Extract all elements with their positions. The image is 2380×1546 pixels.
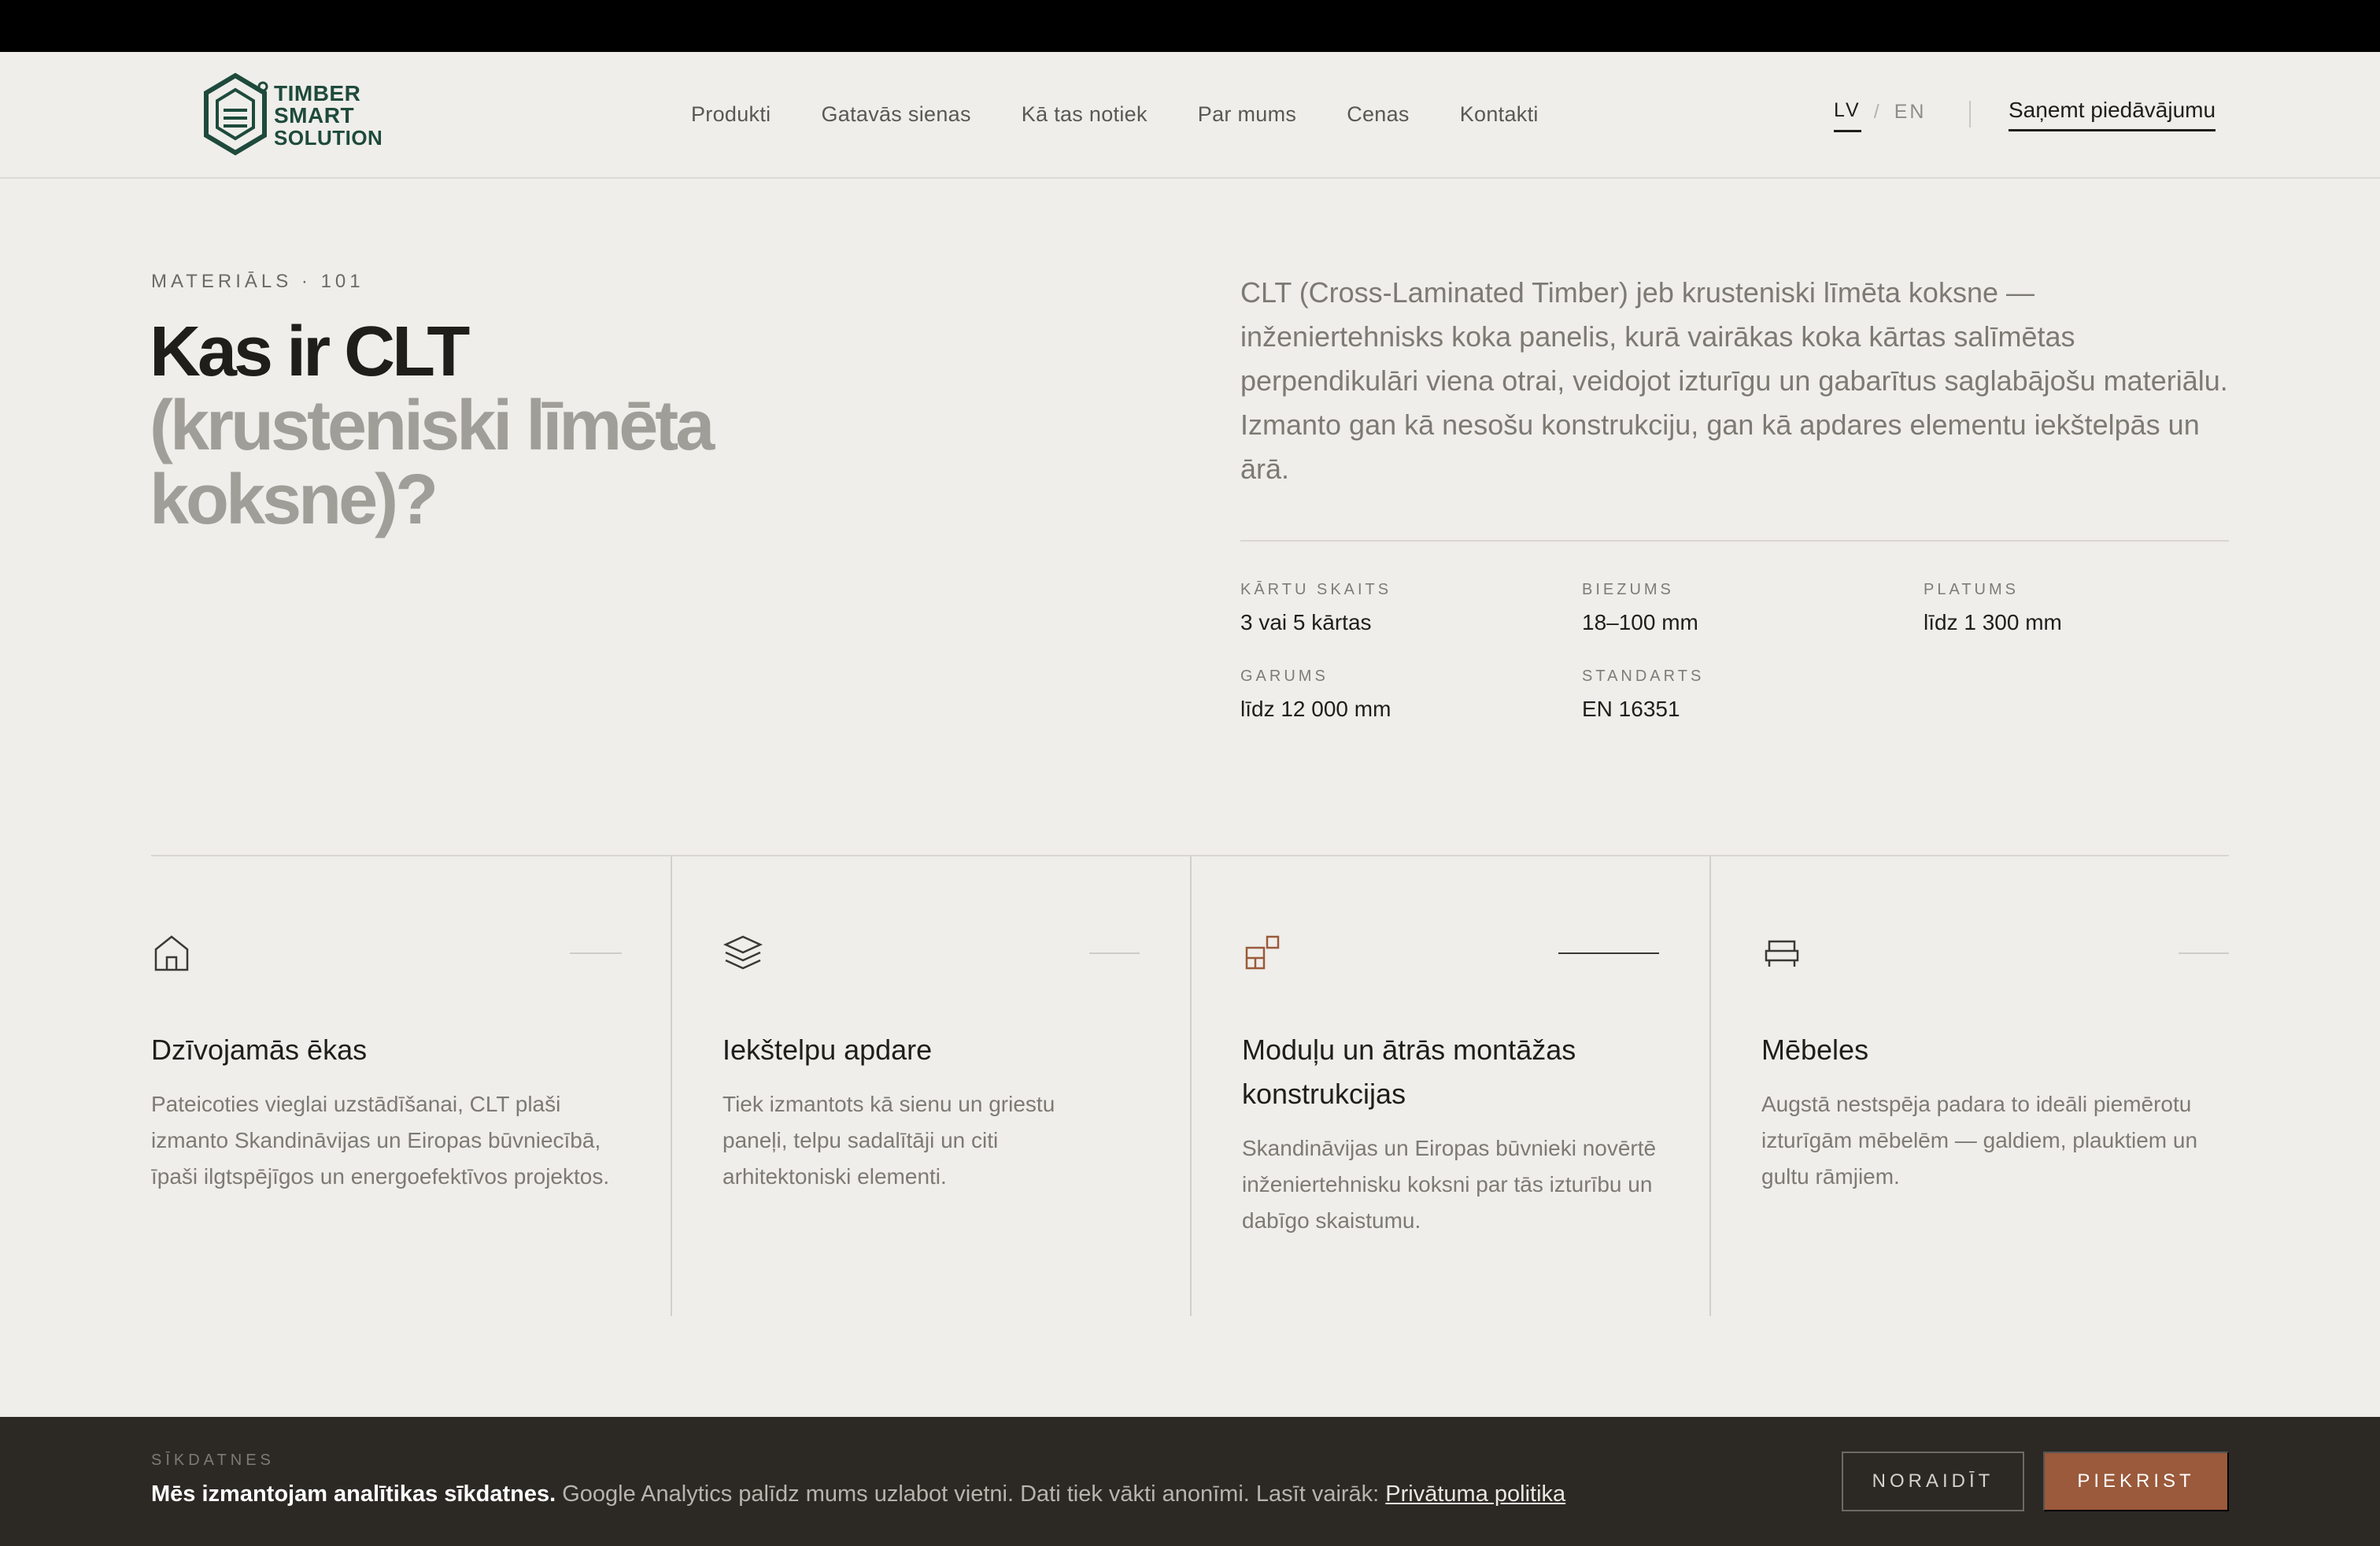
accept-cookies-button[interactable]: PIEKRIST (2043, 1452, 2229, 1511)
spec-label: STANDARTS (1582, 668, 1705, 685)
page-title: Kas ir CLT (krusteniski līmēta koksne)? (150, 315, 779, 537)
card-dash (570, 952, 622, 954)
spec-value: līdz 1 300 mm (1924, 610, 2062, 634)
card-text: Skandināvijas un Eiropas būvnieki novērt… (1242, 1136, 1657, 1233)
cookie-message-strong: Mēs izmantojam analītikas sīkdatnes. (151, 1481, 556, 1507)
logo-text: TIMBER SMART SOLUTION (274, 81, 383, 150)
logo-line-3: SOLUTION (274, 126, 383, 150)
logo[interactable]: TIMBER SMART SOLUTION (200, 69, 382, 162)
modules-icon (1245, 935, 1280, 970)
card-separator (1709, 856, 1711, 1316)
card-dash-active (1558, 952, 1659, 954)
main-nav: Produkti Gatavās sienas Kā tas notiek Pa… (691, 102, 1589, 127)
reject-cookies-button[interactable]: NORAIDĪT (1842, 1452, 2024, 1511)
cookie-message-text: Google Analytics palīdz mums uzlabot vie… (556, 1481, 1386, 1507)
card-text: Tiek izmantots kā sienu un griestu paneļ… (722, 1092, 1055, 1189)
browser-top-bar (0, 0, 2380, 52)
title-primary: Kas ir CLT (150, 313, 470, 391)
nav-produkti[interactable]: Produkti (691, 102, 771, 127)
spec-value: līdz 12 000 mm (1240, 697, 1391, 721)
spec-value: 3 vai 5 kārtas (1240, 610, 1372, 634)
spec-label: GARUMS (1240, 668, 1329, 685)
cookie-eyebrow: SĪKDATNES (151, 1452, 275, 1469)
title-secondary: (krusteniski līmēta koksne)? (150, 386, 715, 539)
spec-divider (1240, 540, 2229, 542)
nav-par-mums[interactable]: Par mums (1198, 102, 1296, 127)
card-title: Dzīvojamās ēkas (151, 1034, 368, 1066)
nav-ka-tas-notiek[interactable]: Kā tas notiek (1022, 102, 1148, 127)
get-quote-link[interactable]: Saņemt piedāvājumu (2009, 98, 2216, 131)
spec-width: PLATUMS līdz 1 300 mm (1924, 581, 2062, 635)
logo-icon (204, 72, 268, 156)
spec-label: BIEZUMS (1582, 581, 1674, 598)
header-divider (1969, 101, 1971, 128)
language-switcher: LV / EN (1834, 99, 1926, 132)
section-eyebrow: MATERIĀLS · 101 (151, 271, 364, 292)
layers-icon (722, 935, 763, 970)
card-dash (2179, 952, 2229, 954)
spec-standard: STANDARTS EN 16351 (1582, 668, 1704, 722)
nav-cenas[interactable]: Cenas (1347, 102, 1410, 127)
card-title: Moduļu un ātrās montāžas konstrukcijas (1242, 1034, 1576, 1110)
cookie-message: Mēs izmantojam analītikas sīkdatnes. Goo… (151, 1481, 1565, 1507)
spec-value: 18–100 mm (1582, 610, 1698, 634)
nav-gatavas-sienas[interactable]: Gatavās sienas (821, 102, 970, 127)
logo-line-2: SMART (274, 103, 355, 128)
spec-label: PLATUMS (1924, 581, 2019, 598)
nav-kontakti[interactable]: Kontakti (1460, 102, 1539, 127)
lang-separator: / (1873, 100, 1882, 123)
card-text: Pateicoties vieglai uzstādīšanai, CLT pl… (151, 1092, 610, 1189)
cookie-banner: SĪKDATNES Mēs izmantojam analītikas sīkd… (0, 1417, 2380, 1546)
lang-lv[interactable]: LV (1834, 99, 1861, 132)
spec-layers: KĀRTU SKAITS 3 vai 5 kārtas (1240, 581, 1391, 635)
card-dash (1089, 952, 1140, 954)
privacy-policy-link[interactable]: Privātuma politika (1385, 1481, 1565, 1507)
spec-thickness: BIEZUMS 18–100 mm (1582, 581, 1698, 635)
card-title: Iekštelpu apdare (722, 1034, 933, 1066)
card-separator (1190, 856, 1192, 1316)
spec-length: GARUMS līdz 12 000 mm (1240, 668, 1391, 722)
logo-line-1: TIMBER (274, 81, 361, 105)
spec-value: EN 16351 (1582, 697, 1680, 721)
spec-label: KĀRTU SKAITS (1240, 581, 1392, 598)
house-icon (154, 935, 189, 971)
bed-icon (1765, 940, 1799, 967)
site-header: TIMBER SMART SOLUTION Produkti Gatavās s… (0, 52, 2380, 179)
intro-paragraph: CLT (Cross-Laminated Timber) jeb krusten… (1240, 276, 2228, 485)
card-title: Mēbeles (1761, 1034, 1869, 1066)
card-text: Augstā nestspēja padara to ideāli piemēr… (1761, 1092, 2198, 1189)
card-separator (671, 856, 672, 1316)
lang-en[interactable]: EN (1894, 101, 1927, 131)
